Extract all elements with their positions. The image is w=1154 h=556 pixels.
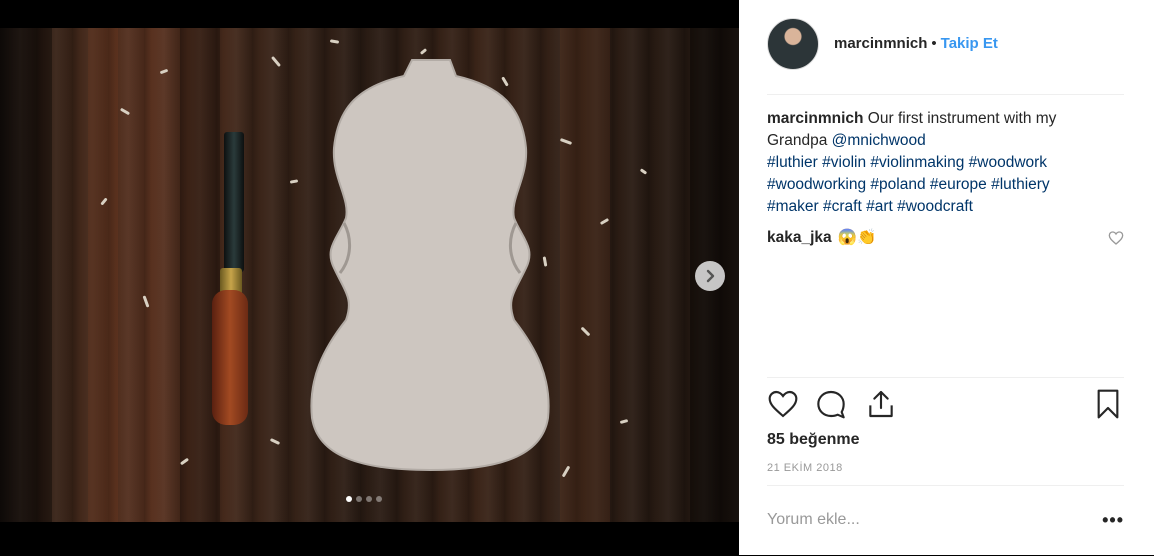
carousel-indicators [346,496,382,502]
more-options-button[interactable]: ••• [1102,510,1124,531]
hashtag-link[interactable]: #violinmaking [870,154,964,171]
hashtag-link[interactable]: #europe [930,176,987,193]
comment-like-heart-icon[interactable] [1108,230,1124,246]
hashtag-link[interactable]: #violin [822,154,866,171]
post-side-panel: marcinmnich • Takip Et marcinmnich Our fir… [739,0,1154,555]
caption-username[interactable]: marcinmnich [767,110,863,127]
avatar[interactable] [767,18,819,70]
hashtag-link[interactable]: #maker [767,198,819,215]
post-date[interactable]: 21 EKİM 2018 [767,462,843,474]
hashtag-link[interactable]: #luthier [767,154,818,171]
add-comment-bar: Yorum ekle... ••• [767,485,1124,556]
carousel-dot [366,496,372,502]
header-text: marcinmnich • Takip Et [834,35,998,52]
hashtag-link[interactable]: #art [866,198,893,215]
comment-icon[interactable] [815,388,847,420]
mention-link[interactable]: @mnichwood [832,132,926,149]
likes-count[interactable]: 85 beğenme [767,431,859,449]
hashtag-link[interactable]: #luthiery [991,176,1050,193]
post-header: marcinmnich • Takip Et [767,18,1124,95]
hashtag-link[interactable]: #woodwork [969,154,1047,171]
hashtag-link[interactable]: #woodcraft [897,198,973,215]
comment-input[interactable]: Yorum ekle... [767,511,860,529]
bookmark-icon[interactable] [1092,388,1124,420]
comment-username[interactable]: kaka_jka [767,229,832,247]
hashtag-link[interactable]: #poland [870,176,925,193]
comment-text: 😱👏 [837,229,877,246]
chevron-right-icon [706,269,715,283]
violin-body-image [310,59,550,472]
carousel-dot [376,496,382,502]
action-bar [767,377,1124,428]
hashtag-link[interactable]: #craft [823,198,862,215]
chisel-blade [224,132,244,272]
caption: marcinmnich Our first instrument with my… [767,108,1112,218]
next-slide-button[interactable] [695,261,725,291]
heart-icon[interactable] [767,388,799,420]
share-icon[interactable] [865,388,897,420]
header-username[interactable]: marcinmnich [834,35,927,52]
carousel-dot [356,496,362,502]
carousel-dot [346,496,352,502]
comment-row: kaka_jka 😱👏 [767,228,1124,247]
post-media [0,0,739,555]
header-separator: • [931,35,937,52]
chisel-handle [212,290,248,425]
follow-button[interactable]: Takip Et [941,35,998,52]
hashtag-link[interactable]: #woodworking [767,176,866,193]
